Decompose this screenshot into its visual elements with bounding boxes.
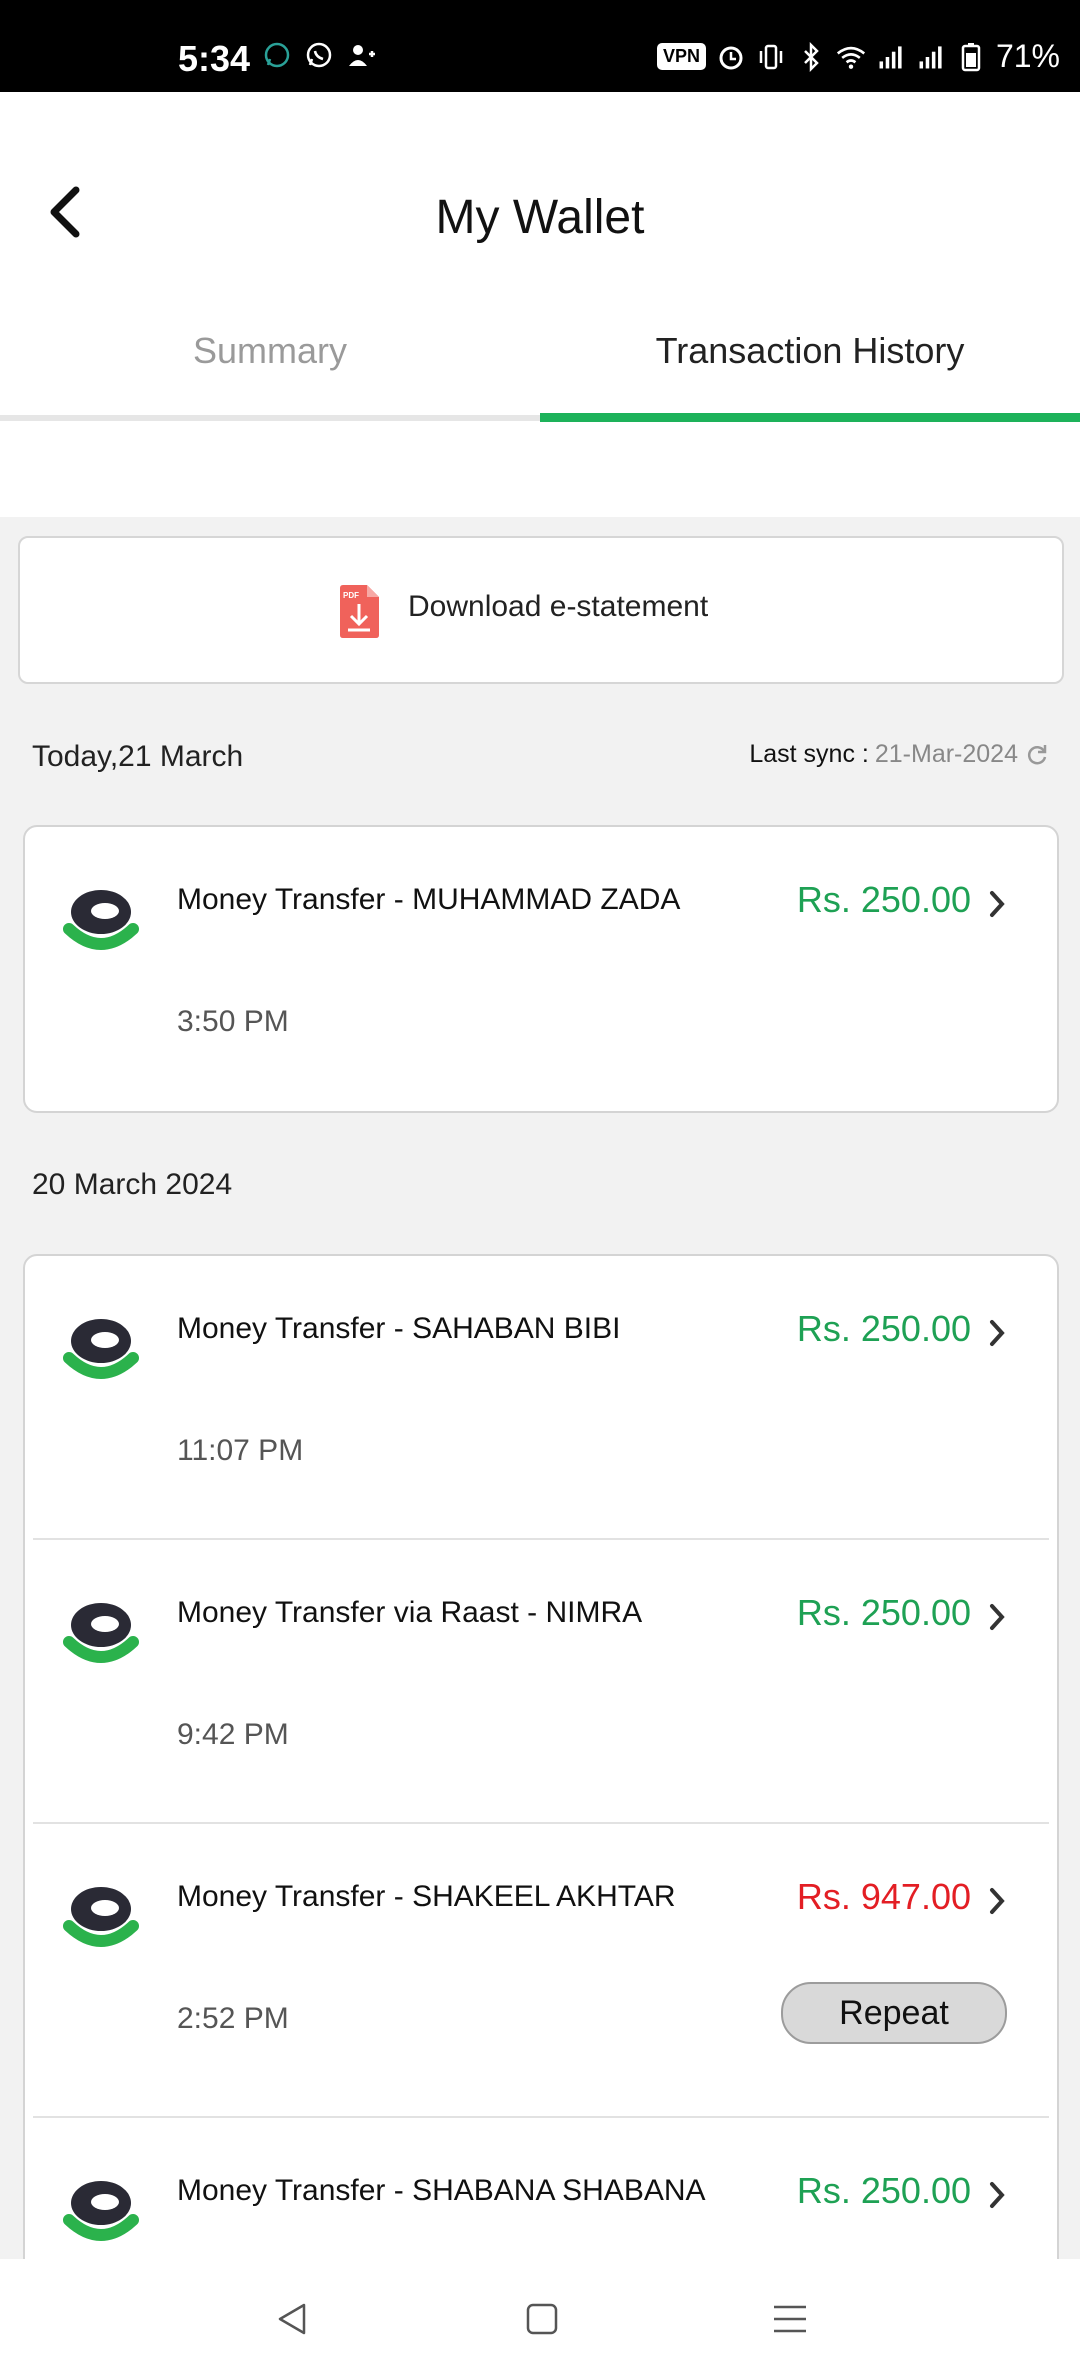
tab-underline-inactive <box>0 415 540 421</box>
transaction-time: 3:50 PM <box>177 1005 289 1038</box>
transaction-row[interactable]: Money Transfer - SAHABAN BIBI Rs. 250.00… <box>25 1256 1057 1540</box>
vibrate-icon <box>759 44 783 69</box>
transaction-title: Money Transfer - SHAKEEL AKHTAR <box>177 1880 676 1913</box>
transaction-row[interactable]: Money Transfer - MUHAMMAD ZADA Rs. 250.0… <box>25 827 1057 1111</box>
transaction-card: Money Transfer - MUHAMMAD ZADA Rs. 250.0… <box>23 825 1059 1113</box>
chevron-right-icon <box>990 891 1005 917</box>
easypaisa-logo-icon <box>63 890 139 950</box>
signal-icon <box>879 45 902 68</box>
refresh-icon[interactable] <box>1024 742 1050 768</box>
chevron-right-icon <box>990 1888 1005 1914</box>
easypaisa-logo-icon <box>63 1887 139 1947</box>
download-estatement-label: Download e-statement <box>408 590 709 623</box>
tab-bar: Summary Transaction History <box>0 300 1080 425</box>
transaction-amount: Rs. 250.00 <box>796 1592 971 1633</box>
tab-underline-active <box>540 413 1080 422</box>
transaction-card: Money Transfer - SAHABAN BIBI Rs. 250.00… <box>23 1254 1059 2298</box>
last-sync: Last sync : 21-Mar-2024 <box>749 740 1050 769</box>
easypaisa-logo-icon <box>63 2181 139 2241</box>
svg-text:PDF: PDF <box>343 591 359 600</box>
battery-level: 71% <box>995 38 1060 74</box>
chevron-right-icon <box>990 2182 1005 2208</box>
transaction-amount: Rs. 250.00 <box>796 2170 971 2211</box>
recents-nav-icon[interactable] <box>770 2299 810 2339</box>
bluetooth-icon <box>804 41 819 72</box>
add-contact-icon <box>349 45 375 66</box>
page-title: My Wallet <box>435 191 645 244</box>
transaction-amount: Rs. 250.00 <box>796 1308 971 1349</box>
transaction-title: Money Transfer via Raast - NIMRA <box>177 1596 643 1629</box>
transaction-title: Money Transfer - SAHABAN BIBI <box>177 1312 621 1345</box>
tab-transaction-history[interactable]: Transaction History <box>540 330 1080 372</box>
whatsapp-icon <box>306 42 332 68</box>
transaction-title: Money Transfer - MUHAMMAD ZADA <box>177 883 681 916</box>
transaction-title: Money Transfer - SHABANA SHABANA <box>177 2174 706 2207</box>
wifi-icon <box>836 46 866 69</box>
home-nav-icon[interactable] <box>522 2299 562 2339</box>
last-sync-value: 21-Mar-2024 <box>874 740 1018 768</box>
back-nav-icon[interactable] <box>272 2299 312 2339</box>
tab-summary[interactable]: Summary <box>0 330 540 372</box>
easypaisa-logo-icon <box>63 1319 139 1379</box>
last-sync-label: Last sync : <box>749 740 869 768</box>
easypaisa-logo-icon <box>63 1603 139 1663</box>
vpn-icon: VPN <box>656 43 706 70</box>
date-header-20-march: 20 March 2024 <box>32 1168 233 1201</box>
system-nav-bar <box>0 2259 1080 2376</box>
chevron-right-icon <box>990 1320 1005 1346</box>
app-header: My Wallet <box>0 92 1080 332</box>
alarm-icon <box>719 46 743 69</box>
transaction-time: 2:52 PM <box>177 2002 289 2035</box>
battery-icon <box>961 42 981 71</box>
pdf-download-icon: PDF <box>340 585 379 638</box>
transaction-amount: Rs. 947.00 <box>796 1876 971 1917</box>
repeat-button[interactable]: Repeat <box>781 1982 1007 2044</box>
download-estatement-button[interactable]: PDF Download e-statement <box>18 536 1064 684</box>
date-header-today: Today,21 March <box>32 740 244 773</box>
transaction-row[interactable]: Money Transfer - SHAKEEL AKHTAR Rs. 947.… <box>25 1824 1057 2118</box>
transaction-amount: Rs. 250.00 <box>796 879 971 920</box>
transaction-time: 9:42 PM <box>177 1718 289 1751</box>
chevron-right-icon <box>990 1604 1005 1630</box>
transaction-row[interactable]: Money Transfer via Raast - NIMRA Rs. 250… <box>25 1540 1057 1824</box>
signal-icon <box>919 45 942 68</box>
status-bar: 5:34 VPN 71% <box>0 0 1080 92</box>
transaction-time: 11:07 PM <box>177 1434 304 1467</box>
status-time: 5:34 <box>178 38 251 79</box>
whatsapp-business-icon <box>264 42 290 68</box>
